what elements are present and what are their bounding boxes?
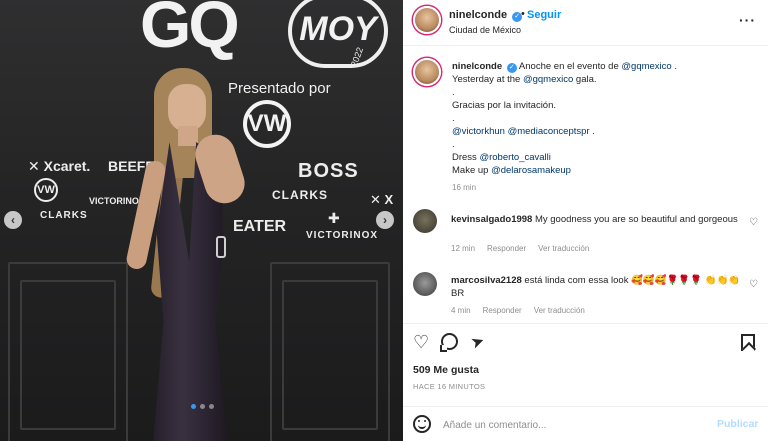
add-comment-row: Publicar: [403, 406, 768, 441]
header-separator: •: [521, 8, 525, 20]
comment-username[interactable]: marcosilva2128: [451, 275, 522, 286]
mention-link[interactable]: @gqmexico: [523, 74, 573, 85]
author-username[interactable]: ninelconde ✓: [449, 9, 523, 22]
translate-button[interactable]: Ver traducción: [538, 244, 589, 253]
comments-section[interactable]: ninelconde ✓ Anoche en el evento de @gqm…: [403, 47, 768, 323]
publish-button[interactable]: Publicar: [717, 418, 758, 430]
caption-text: Yesterday at the: [452, 74, 523, 85]
comment-avatar[interactable]: [413, 209, 437, 233]
post-sidebar: ninelconde ✓ • Seguir Ciudad de México ·…: [403, 0, 768, 441]
caption-time[interactable]: 16 min: [452, 183, 476, 192]
comment-time[interactable]: 12 min: [451, 244, 475, 253]
mention-link[interactable]: @mediaconceptspr: [508, 126, 590, 137]
reply-button[interactable]: Responder: [483, 306, 522, 315]
woman-figure: [124, 68, 258, 441]
like-heart-icon[interactable]: ♡: [413, 332, 429, 353]
caption-text: Gracias por la invitación.: [452, 100, 557, 111]
post-actions: ♡ ➤ 509 Me gusta HACE 16 MINUTOS Publica…: [403, 323, 768, 441]
carousel-next-button[interactable]: ›: [376, 211, 394, 229]
victorinox-logo-right: VICTORINOX: [306, 230, 379, 241]
caption-text: Anoche en el evento de: [518, 61, 622, 72]
caption-text: .: [452, 139, 455, 150]
comment-avatar[interactable]: [413, 272, 437, 296]
author-avatar[interactable]: [413, 6, 441, 34]
caption-username[interactable]: ninelconde: [452, 61, 502, 72]
comment-like-icon[interactable]: ♡: [749, 217, 758, 228]
mention-link[interactable]: @victorkhun: [452, 126, 505, 137]
more-options-icon[interactable]: ···: [739, 12, 756, 28]
wall-panel-inner: [20, 280, 116, 430]
comment-time[interactable]: 4 min: [451, 306, 471, 315]
carousel-dots: [191, 404, 214, 409]
translate-button[interactable]: Ver traducción: [534, 306, 585, 315]
comment-like-icon[interactable]: ♡: [749, 279, 758, 290]
victorinox-cross-icon: ✚: [328, 210, 340, 226]
bookmark-icon[interactable]: [741, 334, 755, 351]
xcaret-logo: ✕ Xcaret.: [28, 158, 91, 174]
comment-icon[interactable]: [440, 333, 458, 352]
moy-logo: MOY: [288, 0, 388, 68]
follow-button[interactable]: Seguir: [527, 9, 561, 21]
clarks-logo-right: CLARKS: [272, 188, 328, 202]
comment-body: kevinsalgado1998 My goodness you are so …: [451, 213, 741, 226]
clarks-logo-left: CLARKS: [40, 210, 88, 221]
emoji-icon[interactable]: [413, 415, 431, 433]
caption-text: .: [671, 61, 677, 72]
instagram-post-modal: GQ MOY 2022 Presentado por VW ✕ Xcaret. …: [0, 0, 768, 441]
caption-avatar[interactable]: [413, 58, 441, 86]
comment-username[interactable]: kevinsalgado1998: [451, 214, 532, 225]
comment-text: My goodness you are so beautiful and gor…: [534, 214, 738, 225]
posted-time: HACE 16 MINUTOS: [413, 382, 486, 391]
carousel-prev-button[interactable]: ‹: [4, 211, 22, 229]
location-link[interactable]: Ciudad de México: [449, 25, 521, 35]
caption-text: gala.: [573, 74, 597, 85]
caption-text: Make up: [452, 165, 492, 176]
post-media[interactable]: GQ MOY 2022 Presentado por VW ✕ Xcaret. …: [0, 0, 403, 441]
carousel-dot: [209, 404, 214, 409]
carousel-dot: [191, 404, 196, 409]
wall-panel-inner: [282, 280, 378, 430]
comment-input[interactable]: [443, 416, 703, 434]
caption-text: Dress: [452, 152, 480, 163]
mention-link[interactable]: @roberto_cavalli: [479, 152, 550, 163]
caption-text: .: [452, 87, 455, 98]
author-username-text[interactable]: ninelconde: [449, 9, 507, 21]
like-count[interactable]: 509 Me gusta: [413, 364, 479, 376]
gq-logo: GQ: [140, 0, 240, 61]
caption-text: .: [452, 113, 455, 124]
comment-body: marcosilva2128 está linda com essa look …: [451, 274, 741, 300]
reply-button[interactable]: Responder: [487, 244, 526, 253]
xcaret-logo-right: ✕ X: [370, 192, 394, 207]
carousel-dot: [200, 404, 205, 409]
comment-meta: 4 min Responder Ver traducción: [451, 306, 585, 315]
mention-link[interactable]: @gqmexico: [621, 61, 671, 72]
caption: ninelconde ✓ Anoche en el evento de @gqm…: [452, 60, 752, 177]
verified-icon: ✓: [506, 63, 517, 73]
mention-link[interactable]: @delarosamakeup: [491, 165, 571, 176]
share-icon[interactable]: ➤: [468, 330, 487, 353]
post-header: ninelconde ✓ • Seguir Ciudad de México ·…: [403, 0, 768, 46]
boss-logo: BOSS: [298, 160, 359, 182]
vw-logo-small: VW: [34, 178, 58, 202]
caption-text: .: [589, 126, 595, 137]
comment-meta: 12 min Responder Ver traducción: [451, 244, 589, 253]
